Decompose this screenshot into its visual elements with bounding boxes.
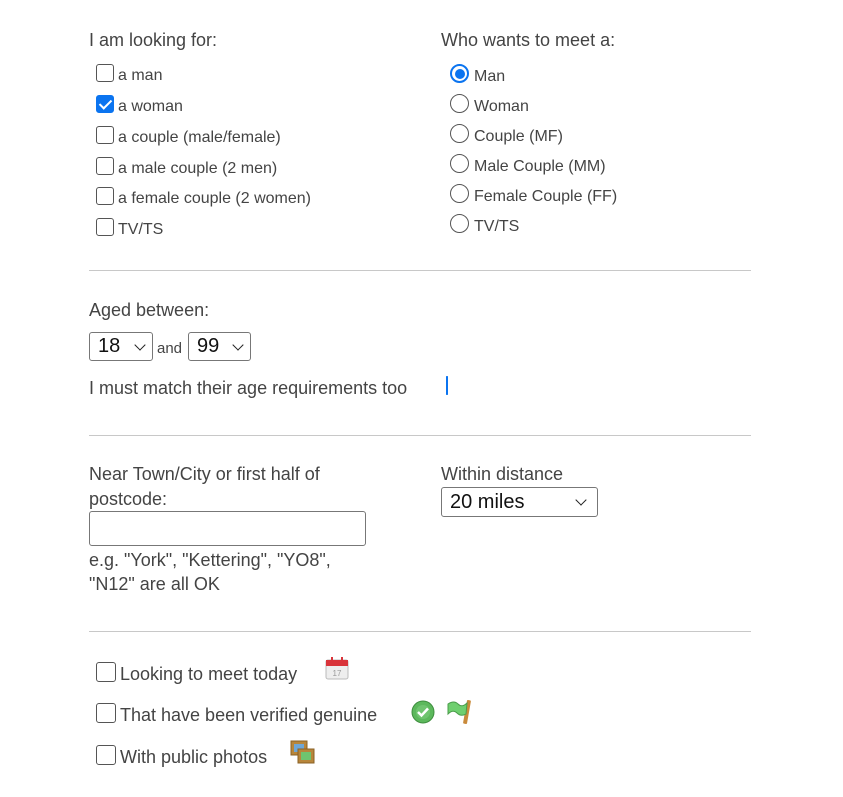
checkbox[interactable]	[96, 95, 114, 113]
location-input[interactable]	[89, 511, 366, 546]
distance-select[interactable]: 20 miles	[441, 487, 598, 517]
age-match-checkbox[interactable]	[446, 376, 448, 395]
verified-check-icon	[411, 700, 435, 724]
chevron-down-icon	[134, 338, 146, 351]
location-hint-line1: e.g. "York", "Kettering", "YO8",	[89, 550, 331, 570]
looking-for-option-female-couple[interactable]: a female couple (2 women)	[96, 187, 311, 208]
age-match-label: I must match their age requirements too	[89, 378, 408, 398]
distance-label: Within distance	[441, 464, 564, 484]
checkbox[interactable]	[96, 702, 116, 723]
chevron-down-icon	[232, 338, 244, 351]
radio-button[interactable]	[450, 94, 469, 113]
meet-today-option[interactable]: Looking to meet today	[96, 661, 297, 685]
radio-button[interactable]	[450, 214, 469, 233]
location-label-line1: Near Town/City or first half of	[89, 464, 320, 484]
and-label: and	[157, 340, 183, 357]
age-max-select[interactable]: 99	[188, 332, 251, 361]
location-hint-line2: "N12" are all OK	[89, 574, 220, 594]
divider	[89, 435, 751, 436]
radio-button[interactable]	[450, 154, 469, 173]
checkbox[interactable]	[96, 187, 114, 205]
looking-for-option-couple[interactable]: a couple (male/female)	[96, 126, 281, 147]
checkbox[interactable]	[96, 126, 114, 144]
divider	[89, 631, 751, 632]
verified-option[interactable]: That have been verified genuine	[96, 702, 377, 726]
chevron-down-icon	[575, 494, 587, 506]
looking-for-option-male-couple[interactable]: a male couple (2 men)	[96, 157, 277, 178]
checkbox[interactable]	[96, 157, 114, 175]
who-wants-heading: Who wants to meet a:	[441, 30, 616, 50]
checkbox[interactable]	[96, 64, 114, 82]
radio-button[interactable]	[450, 64, 469, 83]
flag-icon	[447, 699, 471, 725]
who-wants-option-male-couple[interactable]: Male Couple (MM)	[450, 154, 606, 176]
age-min-select[interactable]: 18	[89, 332, 153, 361]
public-photos-option[interactable]: With public photos	[96, 744, 267, 768]
looking-for-option-man[interactable]: a man	[96, 64, 162, 85]
who-wants-option-man[interactable]: Man	[450, 64, 505, 86]
location-label-line2: postcode:	[89, 489, 168, 509]
age-heading: Aged between:	[89, 300, 210, 320]
looking-for-option-woman[interactable]: a woman	[96, 95, 183, 116]
calendar-icon: 17	[325, 657, 349, 680]
svg-text:17: 17	[333, 669, 342, 678]
who-wants-option-female-couple[interactable]: Female Couple (FF)	[450, 184, 617, 206]
divider	[89, 270, 751, 271]
who-wants-option-tvts[interactable]: TV/TS	[450, 214, 519, 236]
checkbox[interactable]	[96, 218, 114, 236]
who-wants-option-woman[interactable]: Woman	[450, 94, 529, 116]
looking-for-heading: I am looking for:	[89, 30, 218, 50]
photos-icon	[290, 740, 315, 764]
who-wants-option-couple[interactable]: Couple (MF)	[450, 124, 563, 146]
checkbox[interactable]	[96, 661, 116, 682]
checkbox[interactable]	[96, 744, 116, 765]
radio-button[interactable]	[450, 124, 469, 143]
looking-for-option-tvts[interactable]: TV/TS	[96, 218, 163, 239]
radio-button[interactable]	[450, 184, 469, 203]
